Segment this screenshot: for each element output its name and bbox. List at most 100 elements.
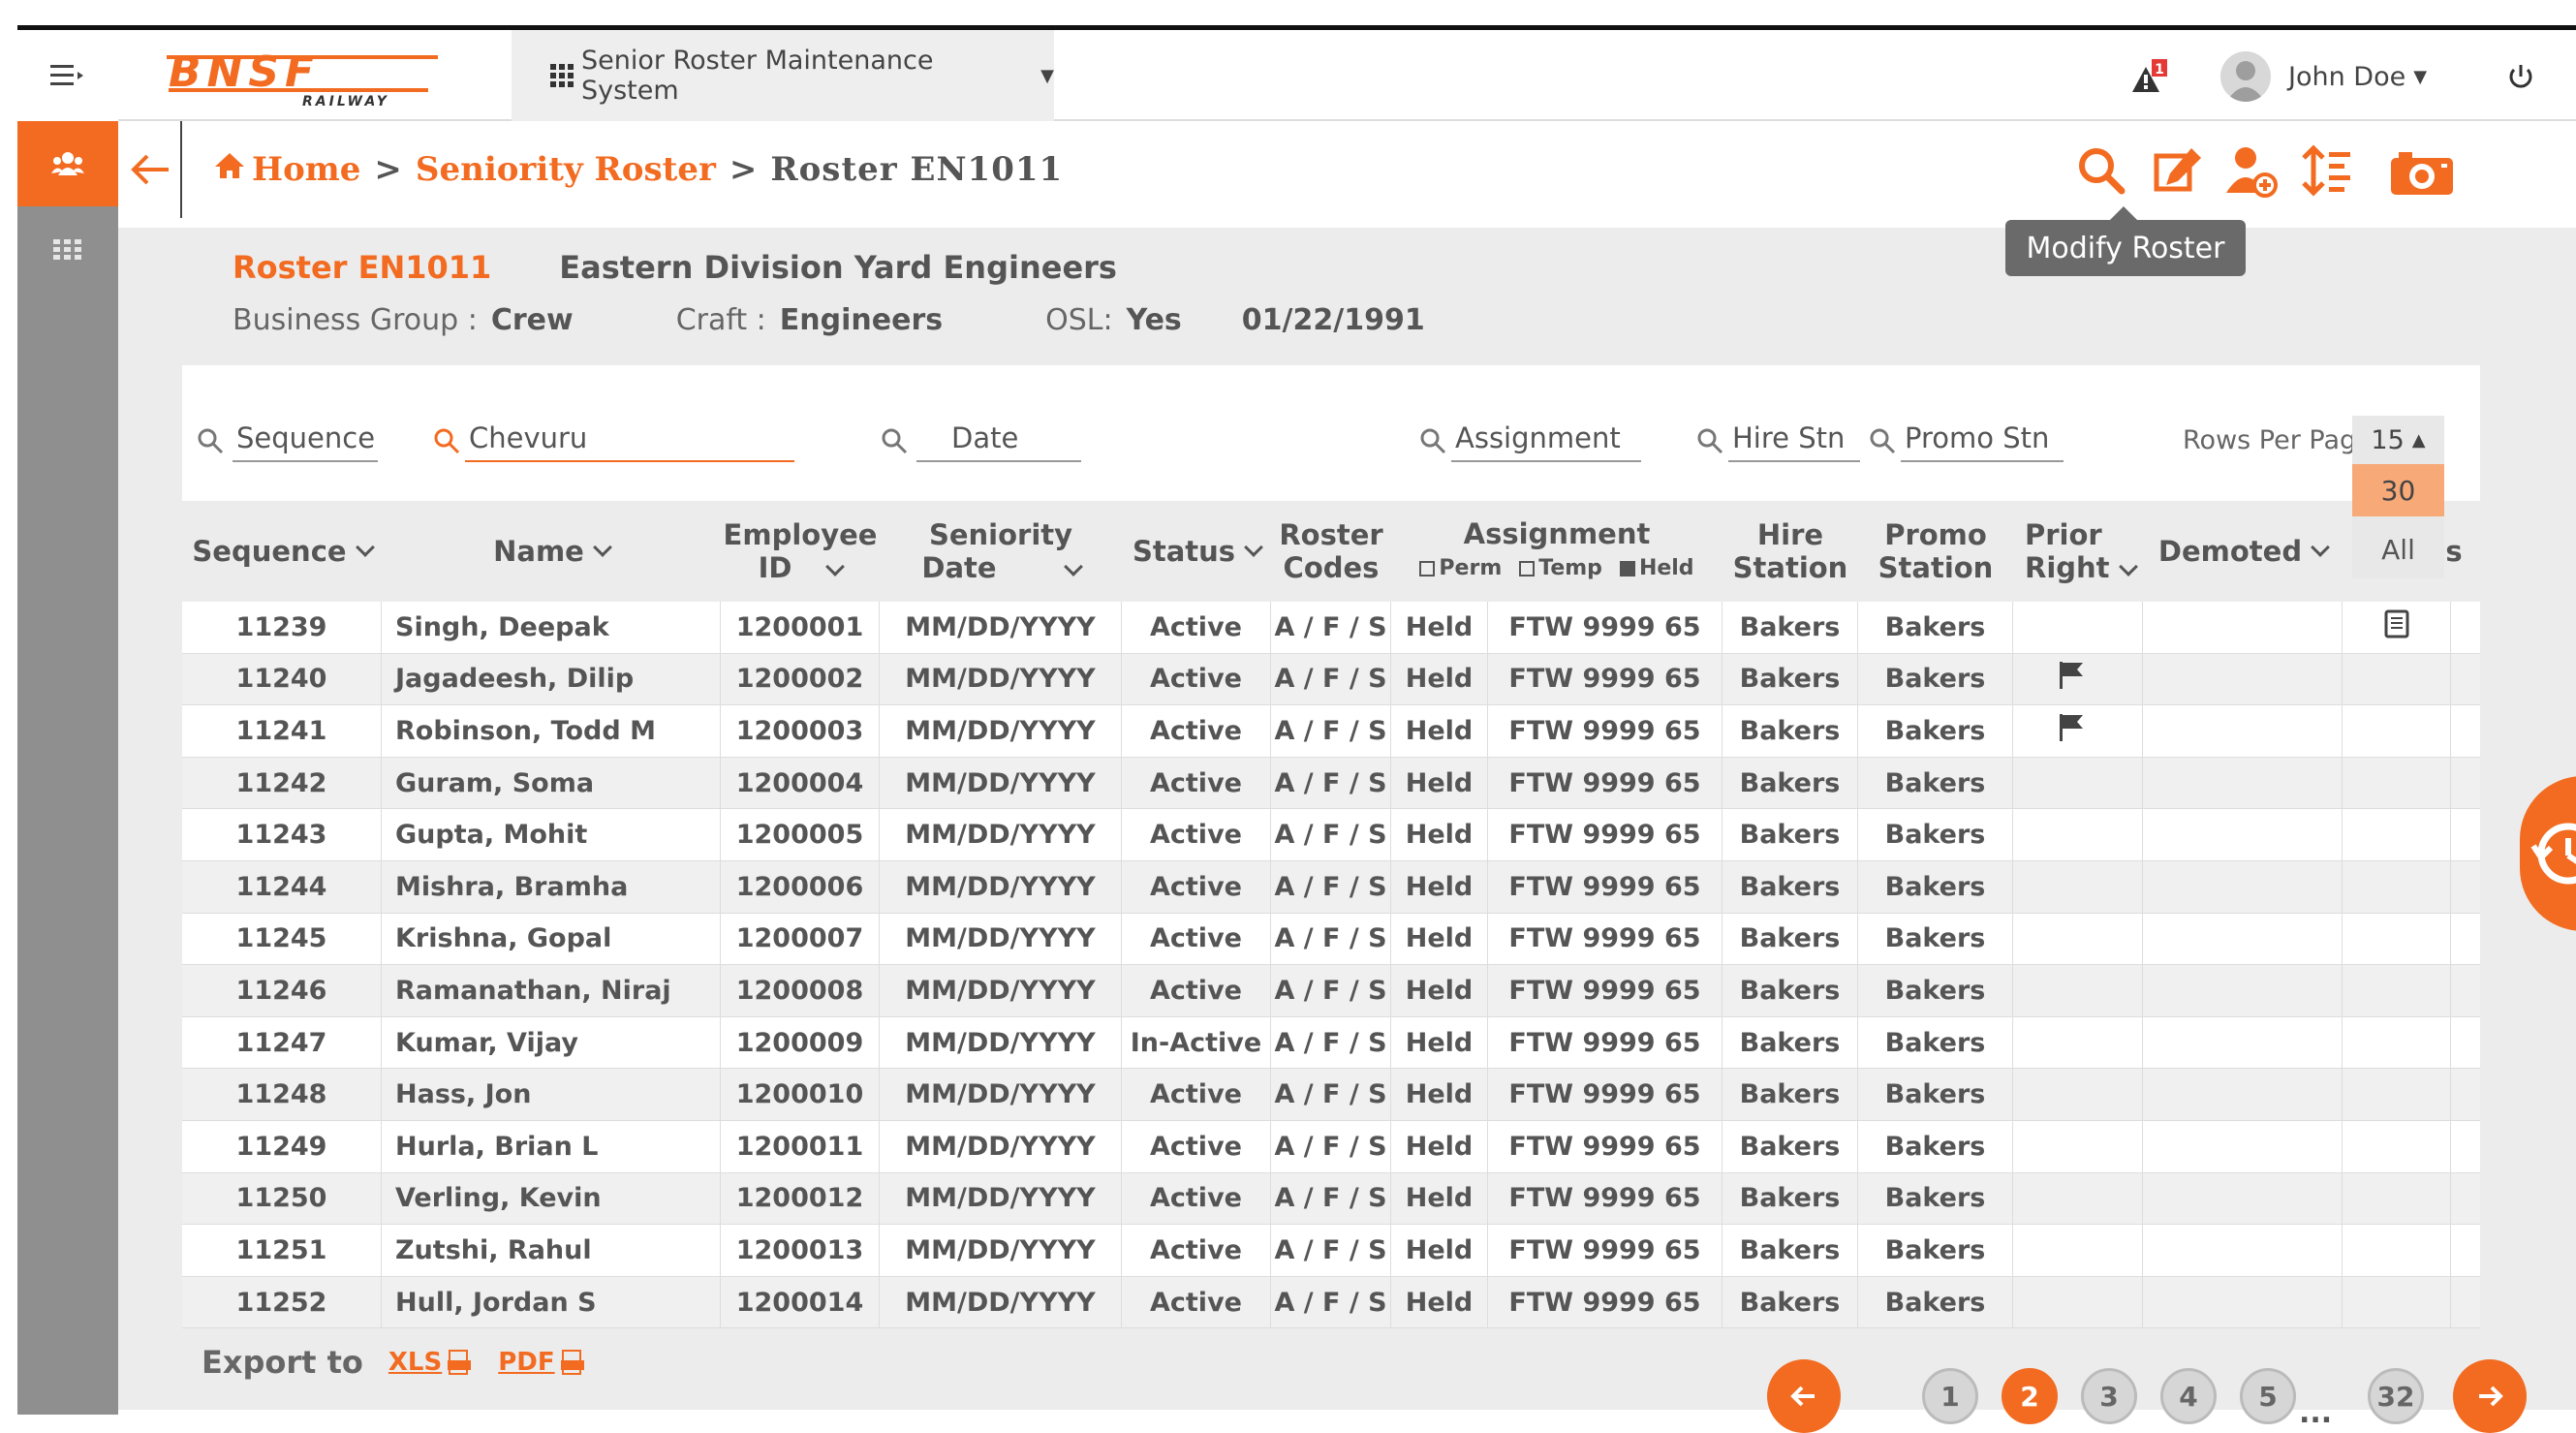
user-menu[interactable]: John Doe ▼ bbox=[2220, 51, 2427, 102]
people-icon[interactable] bbox=[17, 121, 118, 206]
prior-right-cell bbox=[2013, 1172, 2143, 1225]
cell-held: Held bbox=[1391, 602, 1488, 653]
page-button[interactable]: 3 bbox=[2081, 1368, 2137, 1424]
table-row[interactable]: 11239 Singh, Deepak 1200001 MM/DD/YYYY Activ… bbox=[182, 602, 2480, 654]
demoted-cell bbox=[2143, 705, 2343, 757]
held-checkbox[interactable]: Held bbox=[1619, 552, 1694, 585]
page-button[interactable]: 1 bbox=[1922, 1368, 1978, 1424]
apps-grid-icon[interactable] bbox=[17, 226, 118, 274]
table-row[interactable]: 11245 Krishna, Gopal 1200007 MM/DD/YYYY Acti… bbox=[182, 913, 2480, 966]
column-name[interactable]: Name bbox=[382, 501, 721, 602]
bnsf-logo[interactable]: BNSF RAILWAY bbox=[157, 44, 457, 111]
table-row[interactable]: 11240 Jagadeesh, Dilip 1200002 MM/DD/YYYY Ac… bbox=[182, 653, 2480, 706]
cell-date: MM/DD/YYYY bbox=[880, 1172, 1122, 1225]
column-promo-station[interactable]: Promo Station bbox=[1858, 501, 2013, 602]
page-button-last[interactable]: 32 bbox=[2368, 1368, 2424, 1424]
name-filter-input[interactable]: Chevuru bbox=[465, 421, 794, 462]
rows-option-all[interactable]: All bbox=[2352, 520, 2444, 578]
cell-hire: Bakers bbox=[1723, 705, 1858, 757]
breadcrumb-seniority-roster[interactable]: Seniority Roster bbox=[416, 150, 716, 189]
next-page-button[interactable] bbox=[2453, 1359, 2527, 1433]
table-row[interactable]: 11244 Mishra, Bramha 1200006 MM/DD/YYYY Acti… bbox=[182, 860, 2480, 914]
hire-station-filter[interactable]: Hire Stn bbox=[1695, 414, 1860, 462]
cell-name: Verling, Kevin bbox=[382, 1172, 721, 1225]
cell-name: Robinson, Todd M bbox=[382, 705, 721, 757]
table-row[interactable]: 11243 Gupta, Mohit 1200005 MM/DD/YYYY Active… bbox=[182, 809, 2480, 861]
column-hire-station[interactable]: Hire Station bbox=[1723, 501, 1858, 602]
column-status[interactable]: Status bbox=[1122, 501, 1271, 602]
perm-checkbox[interactable]: Perm bbox=[1419, 552, 1502, 585]
cell-promo: Bakers bbox=[1858, 913, 2013, 965]
column-demoted[interactable]: Demoted bbox=[2143, 501, 2343, 602]
prev-page-button[interactable] bbox=[1767, 1359, 1841, 1433]
table-row[interactable]: 11246 Ramanathan, Niraj 1200008 MM/DD/YYYY A… bbox=[182, 965, 2480, 1017]
back-arrow-icon[interactable] bbox=[118, 121, 182, 218]
rows-per-page-selected[interactable]: 15 ▲ bbox=[2352, 416, 2444, 464]
home-icon[interactable] bbox=[213, 150, 246, 189]
assignment-filter-input[interactable]: Assignment bbox=[1451, 421, 1641, 462]
edit-icon[interactable] bbox=[2149, 142, 2207, 201]
table-row[interactable]: 11242 Guram, Soma 1200004 MM/DD/YYYY Active A… bbox=[182, 757, 2480, 810]
cell-codes: A / F / S bbox=[1271, 809, 1391, 860]
app-switcher-dropdown[interactable]: Senior Roster Maintenance System ▼ bbox=[512, 30, 1054, 121]
cell-date: MM/DD/YYYY bbox=[880, 757, 1122, 809]
table-row[interactable]: 11252 Hull, Jordan S 1200014 MM/DD/YYYY Acti… bbox=[182, 1276, 2480, 1329]
table-row[interactable]: 11248 Hass, Jon 1200010 MM/DD/YYYY Active A /… bbox=[182, 1069, 2480, 1121]
prior-right-cell bbox=[2013, 602, 2143, 653]
sequence-filter[interactable]: Sequence bbox=[196, 414, 378, 462]
cell-seq: 11251 bbox=[182, 1225, 382, 1276]
alert-icon[interactable]: 1 bbox=[2128, 57, 2177, 96]
column-employee-id[interactable]: Employee ID bbox=[721, 501, 880, 602]
export-xls-link[interactable]: XLS bbox=[388, 1348, 473, 1377]
date-filter[interactable]: Date bbox=[880, 414, 1081, 462]
promo-station-filter[interactable]: Promo Stn bbox=[1868, 414, 2064, 462]
add-user-icon[interactable] bbox=[2222, 142, 2281, 201]
breadcrumb-current: Roster EN1011 bbox=[770, 150, 1064, 189]
table-row[interactable]: 11247 Kumar, Vijay 1200009 MM/DD/YYYY In-Act… bbox=[182, 1016, 2480, 1070]
cell-emp: 1200009 bbox=[721, 1016, 880, 1069]
cell-promo: Bakers bbox=[1858, 1172, 2013, 1225]
power-icon[interactable] bbox=[2501, 57, 2540, 96]
notes-cell bbox=[2343, 602, 2451, 653]
page-button[interactable]: 5 bbox=[2240, 1368, 2296, 1424]
name-filter[interactable]: Chevuru bbox=[432, 414, 794, 462]
page-button[interactable]: 4 bbox=[2160, 1368, 2217, 1424]
column-seniority-date[interactable]: Seniority Date bbox=[880, 501, 1122, 602]
search-icon bbox=[1695, 426, 1724, 462]
temp-checkbox[interactable]: Temp bbox=[1519, 552, 1602, 585]
hamburger-menu-icon[interactable] bbox=[17, 30, 118, 121]
sort-icon[interactable] bbox=[2300, 142, 2358, 201]
cell-held: Held bbox=[1391, 860, 1488, 913]
flag-icon[interactable] bbox=[2058, 660, 2087, 698]
column-sequence[interactable]: Sequence bbox=[182, 501, 382, 602]
flag-icon[interactable] bbox=[2058, 712, 2087, 750]
page-button[interactable]: 2 bbox=[2002, 1368, 2058, 1424]
export-pdf-link[interactable]: PDF bbox=[498, 1348, 585, 1377]
sequence-filter-input[interactable]: Sequence bbox=[233, 421, 378, 462]
cell-seq: 11246 bbox=[182, 965, 382, 1016]
assignment-filter[interactable]: Assignment bbox=[1418, 414, 1641, 462]
promo-station-filter-input[interactable]: Promo Stn bbox=[1901, 421, 2064, 462]
rows-per-page-dropdown[interactable]: 15 ▲ 30 All bbox=[2352, 416, 2444, 578]
table-row[interactable]: 11251 Zutshi, Rahul 1200013 MM/DD/YYYY Activ… bbox=[182, 1225, 2480, 1277]
column-roster-codes[interactable]: Roster Codes bbox=[1271, 501, 1391, 602]
notes-icon[interactable] bbox=[2382, 608, 2411, 646]
hire-station-filter-input[interactable]: Hire Stn bbox=[1728, 421, 1860, 462]
date-filter-input[interactable]: Date bbox=[916, 421, 1081, 462]
chevron-up-icon: ▲ bbox=[2411, 429, 2426, 451]
column-assignment[interactable]: Assignment Perm Temp Held bbox=[1391, 501, 1723, 602]
history-button[interactable] bbox=[2520, 776, 2576, 931]
camera-icon[interactable] bbox=[2385, 142, 2459, 201]
column-prior-right[interactable]: Prior Right bbox=[2013, 501, 2143, 602]
table-row[interactable]: 11241 Robinson, Todd M 1200003 MM/DD/YYYY Ac… bbox=[182, 705, 2480, 758]
chevron-down-icon bbox=[2311, 538, 2330, 557]
top-bar: BNSF RAILWAY Senior Roster Maintenance S… bbox=[118, 30, 2576, 121]
cell-emp: 1200004 bbox=[721, 757, 880, 809]
cell-emp: 1200003 bbox=[721, 705, 880, 757]
export-bar: Export to XLS PDF bbox=[202, 1344, 586, 1381]
rows-option-30[interactable]: 30 bbox=[2352, 464, 2444, 516]
table-row[interactable]: 11250 Verling, Kevin 1200012 MM/DD/YYYY Acti… bbox=[182, 1172, 2480, 1226]
breadcrumb-home[interactable]: Home bbox=[252, 150, 360, 189]
search-icon[interactable] bbox=[2073, 142, 2131, 201]
table-row[interactable]: 11249 Hurla, Brian L 1200011 MM/DD/YYYY Acti… bbox=[182, 1120, 2480, 1173]
